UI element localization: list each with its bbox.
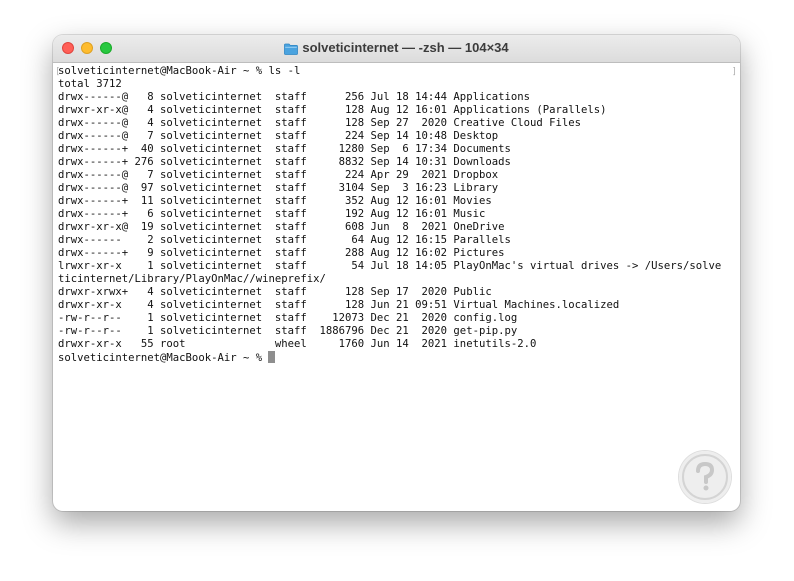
terminal-line: -rw-r--r-- 1 solveticinternet staff 1207… xyxy=(58,312,518,324)
terminal-line: drwxr-xr-x@ 4 solveticinternet staff 128… xyxy=(58,104,607,116)
terminal-line: drwx------ 2 solveticinternet staff 64 A… xyxy=(58,234,511,246)
terminal-line: solveticinternet@MacBook-Air ~ % ls -l xyxy=(58,65,301,77)
terminal-line: drwx------@ 8 solveticinternet staff 256… xyxy=(58,91,530,103)
terminal-line: drwx------+ 9 solveticinternet staff 288… xyxy=(58,247,505,259)
terminal-line: drwx------@ 97 solveticinternet staff 31… xyxy=(58,182,499,194)
terminal-line: drwx------+ 11 solveticinternet staff 35… xyxy=(58,195,492,207)
window-title: solveticinternet — -zsh — 104×34 xyxy=(302,40,509,55)
terminal-line: drwx------@ 7 solveticinternet staff 224… xyxy=(58,169,499,181)
terminal-line: drwxr-xr-x 4 solveticinternet staff 128 … xyxy=(58,299,620,311)
terminal-line: drwx------@ 7 solveticinternet staff 224… xyxy=(58,130,499,142)
prompt-line[interactable]: solveticinternet@MacBook-Air ~ % xyxy=(58,351,738,364)
shell-prompt: solveticinternet@MacBook-Air ~ % xyxy=(58,352,269,364)
terminal-line: ticinternet/Library/PlayOnMac//wineprefi… xyxy=(58,273,326,285)
terminal-line: drwxr-xrwx+ 4 solveticinternet staff 128… xyxy=(58,286,492,298)
terminal-line: drwx------+ 6 solveticinternet staff 192… xyxy=(58,208,486,220)
terminal-line: drwx------+ 276 solveticinternet staff 8… xyxy=(58,156,511,168)
terminal-line: drwxr-xr-x@ 19 solveticinternet staff 60… xyxy=(58,221,505,233)
title-bar[interactable]: solveticinternet — -zsh — 104×34 xyxy=(53,35,740,63)
terminal-line: drwx------@ 4 solveticinternet staff 128… xyxy=(58,117,581,129)
watermark-logo xyxy=(679,451,731,503)
terminal-line: -rw-r--r-- 1 solveticinternet staff 1886… xyxy=(58,325,518,337)
terminal-line: drwx------+ 40 solveticinternet staff 12… xyxy=(58,143,511,155)
terminal-window: solveticinternet — -zsh — 104×34 [ ] sol… xyxy=(53,35,740,511)
text-cursor xyxy=(268,351,276,363)
folder-icon xyxy=(284,43,299,59)
terminal-line: total 3712 xyxy=(58,78,122,90)
window-title-container: solveticinternet — -zsh — 104×34 xyxy=(53,40,740,59)
terminal-line: lrwxr-xr-x 1 solveticinternet staff 54 J… xyxy=(58,260,722,272)
terminal-line: drwxr-xr-x 55 root wheel 1760 Jun 14 202… xyxy=(58,338,537,350)
terminal-output[interactable]: solveticinternet@MacBook-Air ~ % ls -l t… xyxy=(58,65,738,505)
